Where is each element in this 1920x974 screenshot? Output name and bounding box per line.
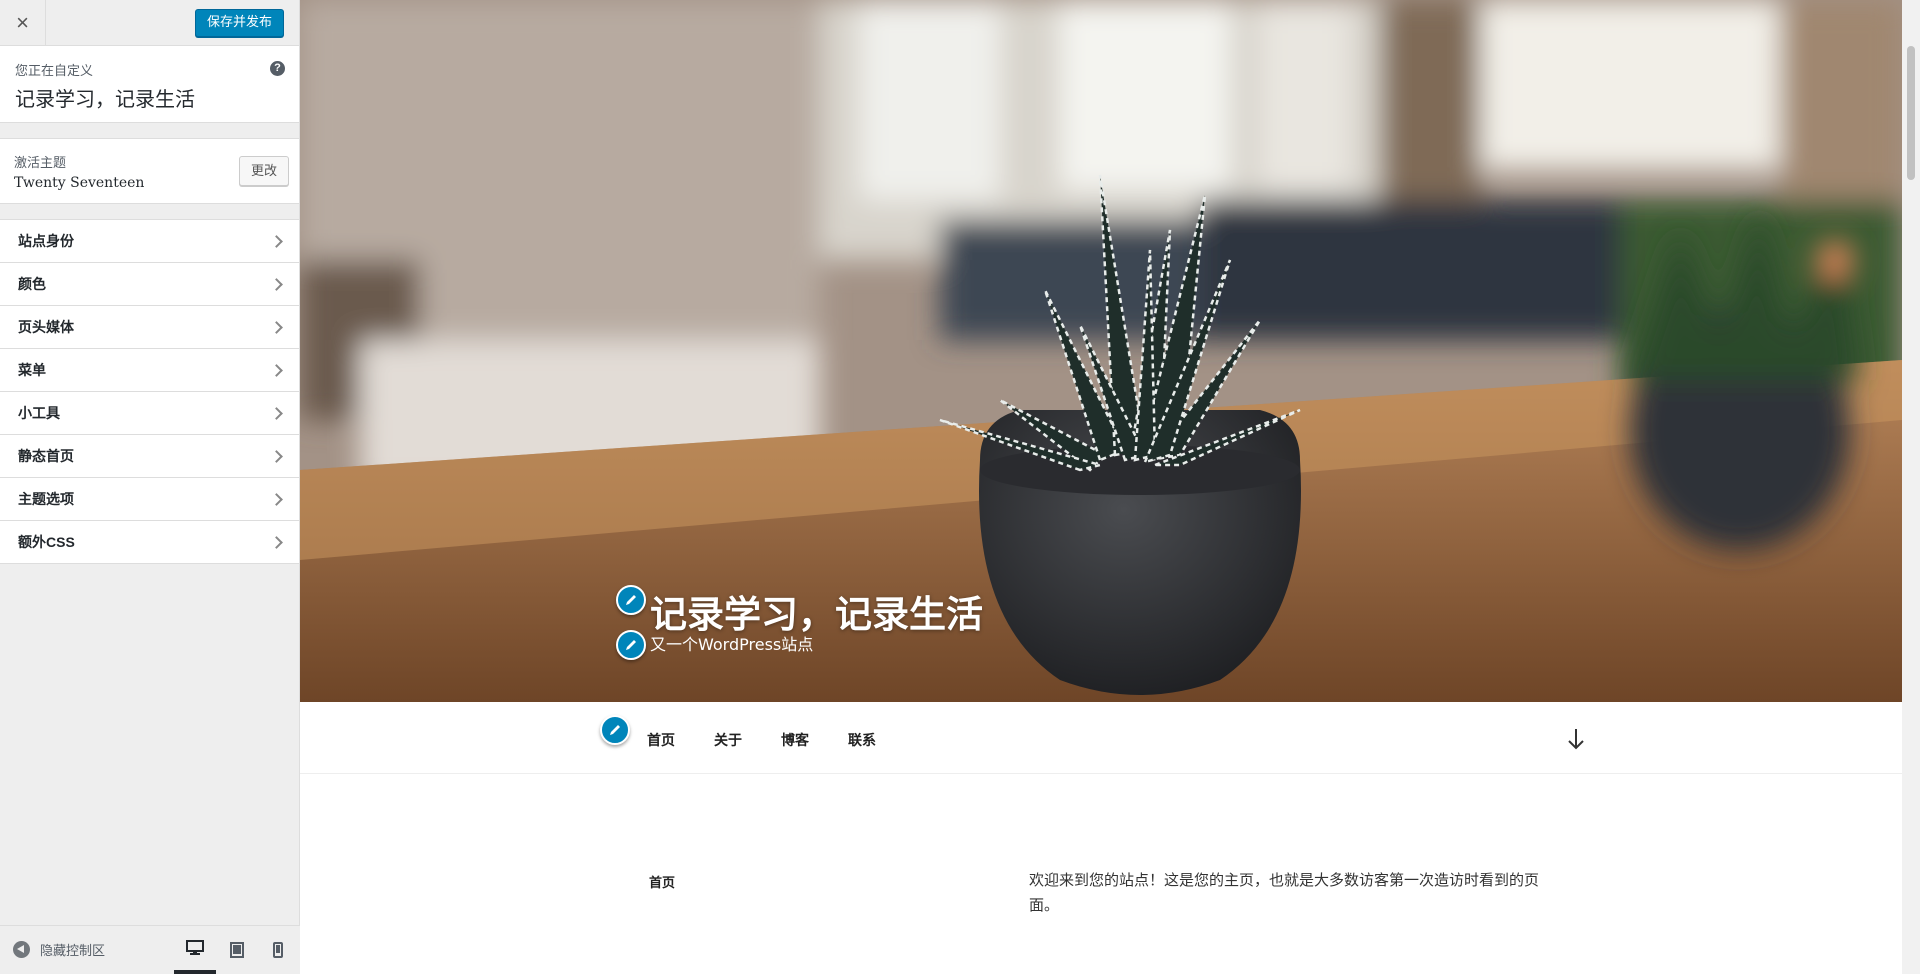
nav-link-blog[interactable]: 博客	[781, 730, 809, 750]
panel-label: 额外CSS	[18, 534, 75, 550]
panel-site-identity[interactable]: 站点身份	[0, 220, 299, 263]
customizing-info: 您正在自定义 记录学习，记录生活 ?	[0, 46, 299, 123]
tablet-icon	[230, 942, 244, 958]
panel-colors[interactable]: 颜色	[0, 263, 299, 306]
header-image	[300, 0, 1902, 702]
chevron-right-icon	[270, 234, 283, 248]
chevron-right-icon	[270, 406, 283, 420]
mobile-icon	[273, 942, 283, 958]
pencil-icon	[610, 725, 620, 735]
site-tagline: 又一个WordPress站点	[650, 635, 814, 654]
sidebar-footer: 隐藏控制区	[0, 925, 300, 974]
customizing-label: 您正在自定义	[15, 63, 94, 78]
pencil-icon	[626, 640, 636, 650]
page-heading: 首页	[649, 875, 676, 890]
chevron-right-icon	[270, 449, 283, 463]
customizer-sidebar: × 保存并发布 您正在自定义 记录学习，记录生活 ? 激活主题 Twenty S…	[0, 0, 300, 974]
page-content: 欢迎来到您的站点！这是您的主页，也就是大多数访客第一次造访时看到的页面。	[1029, 871, 1540, 914]
sidebar-header: × 保存并发布	[0, 0, 299, 46]
panel-label: 颜色	[18, 276, 46, 292]
chevron-right-icon	[270, 277, 283, 291]
chevron-right-icon	[270, 363, 283, 377]
pencil-icon	[626, 595, 636, 605]
panel-label: 静态首页	[18, 448, 74, 464]
edit-site-title-button[interactable]	[616, 585, 646, 615]
panel-theme-options[interactable]: 主题选项	[0, 478, 299, 521]
edit-tagline-button[interactable]	[616, 630, 646, 660]
hide-controls-label: 隐藏控制区	[40, 943, 106, 958]
customizing-site-title: 记录学习，记录生活	[15, 87, 195, 111]
panel-additional-css[interactable]: 额外CSS	[0, 521, 299, 564]
panel-label: 站点身份	[18, 233, 74, 249]
close-customizer-button[interactable]: ×	[0, 0, 46, 45]
chevron-right-icon	[270, 320, 283, 334]
arrow-down-icon[interactable]	[1564, 726, 1588, 752]
nav-link-contact[interactable]: 联系	[848, 730, 876, 750]
panel-static-front-page[interactable]: 静态首页	[0, 435, 299, 478]
collapse-arrow-icon	[13, 941, 30, 958]
help-icon[interactable]: ?	[270, 61, 285, 76]
active-theme-section: 激活主题 Twenty Seventeen 更改	[0, 138, 299, 204]
panel-header-media[interactable]: 页头媒体	[0, 306, 299, 349]
preview-scrollbar[interactable]	[1902, 0, 1920, 974]
save-publish-button[interactable]: 保存并发布	[194, 9, 284, 37]
panel-label: 小工具	[18, 405, 60, 421]
panel-menus[interactable]: 菜单	[0, 349, 299, 392]
site-title[interactable]: 记录学习，记录生活	[650, 584, 983, 638]
edit-menu-button[interactable]	[600, 715, 630, 745]
nav-link-home[interactable]: 首页	[647, 730, 675, 750]
chevron-right-icon	[270, 492, 283, 506]
desktop-icon	[186, 940, 204, 955]
preview-desktop-button[interactable]	[174, 926, 216, 974]
panel-label: 页头媒体	[18, 319, 74, 335]
hide-controls-button[interactable]: 隐藏控制区	[13, 940, 105, 959]
site-preview: 记录学习，记录生活 又一个WordPress站点 首页 关于 博客 联系 首页 …	[300, 0, 1920, 974]
site-navigation: 首页 关于 博客 联系	[300, 702, 1902, 774]
panel-label: 主题选项	[18, 491, 74, 507]
nav-link-about[interactable]: 关于	[714, 730, 742, 750]
header-media: 记录学习，记录生活 又一个WordPress站点	[300, 0, 1902, 702]
chevron-right-icon	[270, 535, 283, 549]
panel-widgets[interactable]: 小工具	[0, 392, 299, 435]
change-theme-button[interactable]: 更改	[238, 156, 289, 186]
preview-tablet-button[interactable]	[216, 926, 258, 974]
scrollbar-thumb[interactable]	[1907, 46, 1915, 180]
preview-mobile-button[interactable]	[257, 926, 299, 974]
panel-label: 菜单	[18, 362, 46, 378]
panel-list: 站点身份 颜色 页头媒体 菜单 小工具 静态首页 主题选项 额外CSS	[0, 219, 299, 564]
